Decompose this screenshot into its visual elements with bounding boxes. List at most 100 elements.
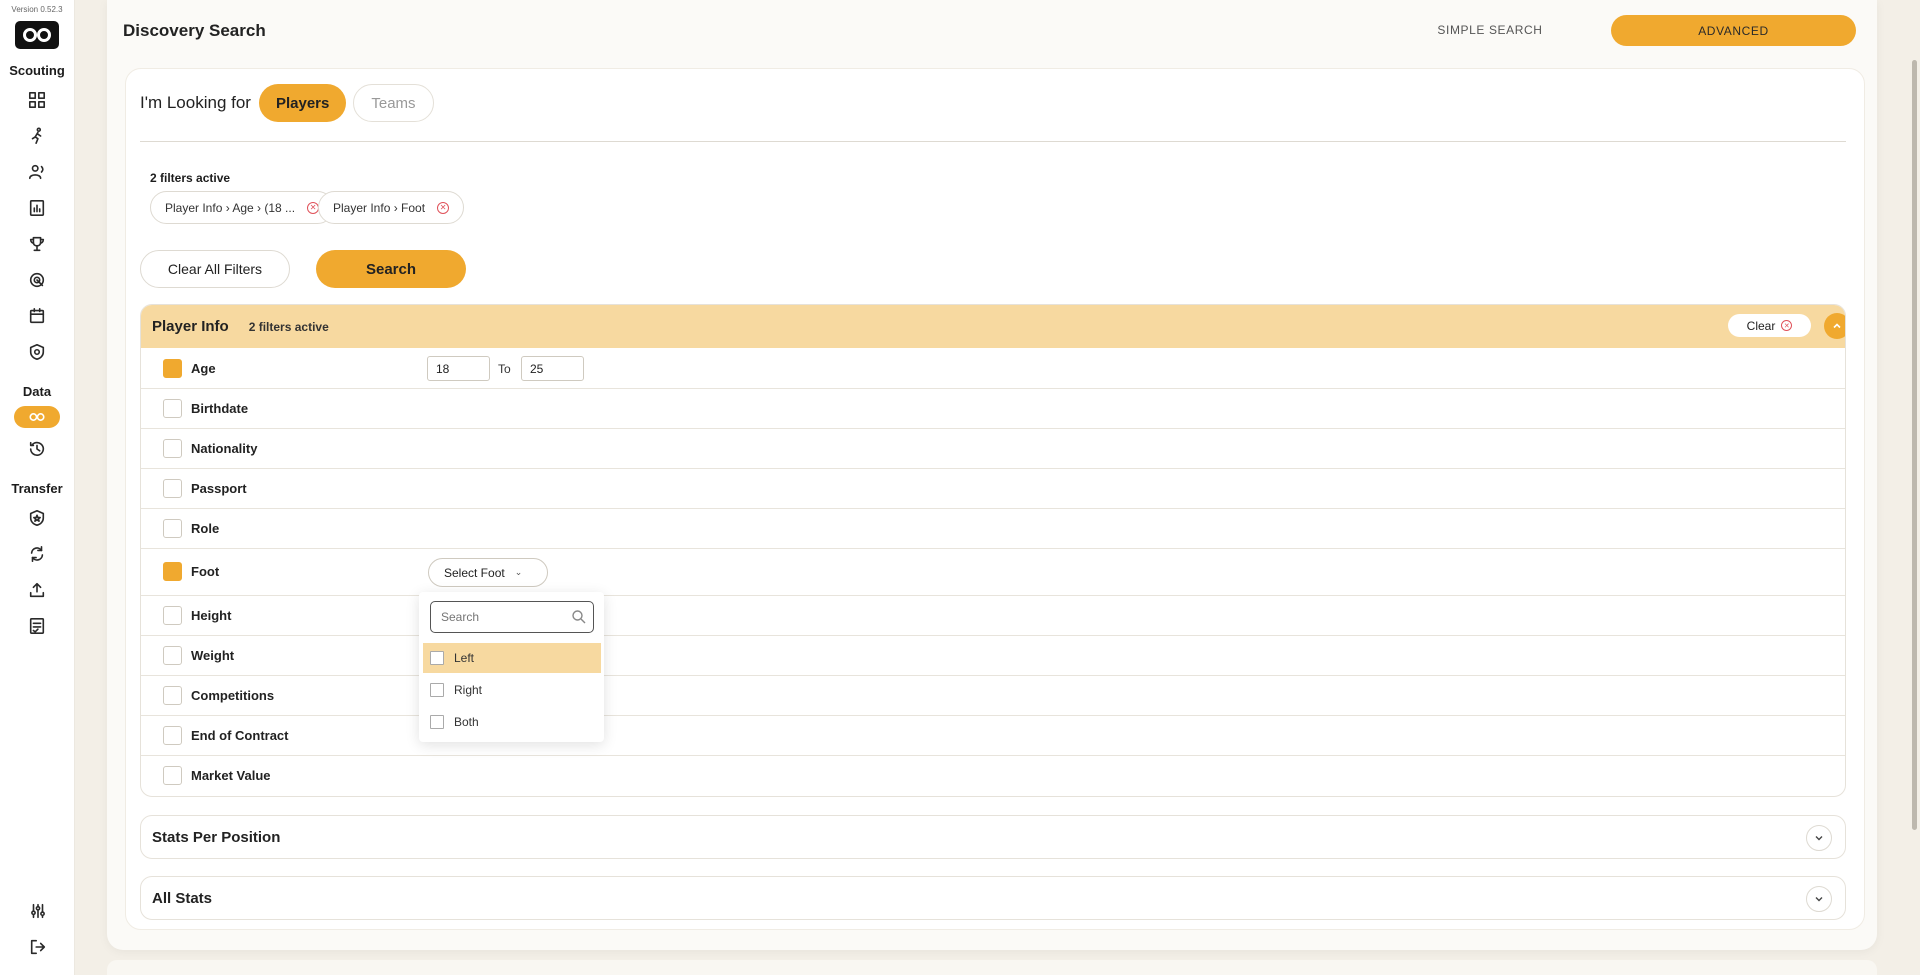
filter-label: Birthdate	[191, 401, 249, 416]
panel-filters-active: 2 filters active	[248, 319, 329, 334]
filter-chip-age[interactable]: Player Info › Age › (18 ... ✕	[150, 191, 335, 224]
nav-settings[interactable]	[20, 896, 56, 926]
nationality-checkbox[interactable]	[163, 439, 182, 458]
foot-option-right[interactable]: Right	[423, 675, 601, 705]
exchange-icon	[30, 545, 44, 563]
nav-teams[interactable]	[19, 337, 55, 367]
age-from-input[interactable]	[427, 356, 490, 381]
shield-icon	[29, 343, 45, 361]
foot-search-input[interactable]	[430, 601, 594, 633]
nav-competitions[interactable]	[19, 229, 55, 259]
competitions-checkbox[interactable]	[163, 686, 182, 705]
nav-players[interactable]	[19, 121, 55, 151]
option-checkbox[interactable]	[430, 715, 444, 729]
filter-row-end-of-contract: End of Contract	[141, 716, 1845, 756]
nav-tracking[interactable]	[19, 265, 55, 295]
nav-shortlist[interactable]	[19, 611, 55, 641]
target-icon	[29, 272, 45, 288]
filter-label: Market Value	[191, 768, 271, 783]
players-toggle[interactable]: Players	[258, 84, 347, 122]
grid-icon	[28, 91, 46, 109]
collapse-panel-button[interactable]	[1824, 313, 1845, 339]
nav-history[interactable]	[19, 434, 55, 464]
filter-chip-label: Player Info › Foot	[333, 200, 426, 215]
report-chart-icon	[29, 199, 45, 217]
search-button[interactable]: Search	[316, 250, 466, 288]
chevron-down-icon	[1815, 836, 1823, 841]
badge-star-icon	[29, 509, 45, 527]
search-icon	[572, 610, 586, 624]
nav-calendar[interactable]	[19, 301, 55, 331]
filter-label: Nationality	[191, 441, 258, 456]
filter-label: Competitions	[191, 688, 275, 703]
panel-title: Stats Per Position	[152, 828, 281, 846]
stats-per-position-panel[interactable]: Stats Per Position	[140, 815, 1846, 859]
filter-row-foot: Foot Select Foot ⌄	[141, 549, 1845, 596]
option-checkbox[interactable]	[430, 683, 444, 697]
main-content: Discovery Search SIMPLE SEARCH ADVANCED …	[107, 0, 1877, 950]
option-label: Both	[454, 715, 479, 729]
nav-reports[interactable]	[19, 193, 55, 223]
expand-panel-button[interactable]	[1806, 886, 1832, 912]
nav-scouts[interactable]	[19, 157, 55, 187]
search-card: I'm Looking for Players Teams 2 filters …	[125, 68, 1865, 930]
foot-option-left[interactable]: Left	[423, 643, 601, 673]
option-label: Left	[454, 651, 475, 665]
player-info-header[interactable]: Player Info 2 filters active Clear ✕	[141, 305, 1845, 348]
market-value-checkbox[interactable]	[163, 766, 182, 785]
weight-checkbox[interactable]	[163, 646, 182, 665]
nav-upload[interactable]	[19, 575, 55, 605]
filter-label: Height	[191, 608, 232, 623]
nav-transfers[interactable]	[19, 539, 55, 569]
panel-title: Player Info	[152, 318, 229, 335]
filter-row-passport: Passport	[141, 469, 1845, 509]
nav-clubs[interactable]	[19, 503, 55, 533]
page-scrollbar[interactable]	[1912, 60, 1917, 830]
filter-chip-label: Player Info › Age › (18 ...	[165, 200, 296, 215]
next-card-edge	[107, 960, 1877, 975]
age-to-input[interactable]	[521, 356, 584, 381]
birthdate-checkbox[interactable]	[163, 399, 182, 418]
height-checkbox[interactable]	[163, 606, 182, 625]
remove-chip-icon[interactable]: ✕	[437, 201, 450, 214]
advanced-search-tab[interactable]: ADVANCED	[1611, 15, 1856, 46]
filter-row-competitions: Competitions	[141, 676, 1845, 716]
foot-option-both[interactable]: Both	[423, 707, 601, 737]
select-foot-dropdown[interactable]: Select Foot ⌄	[428, 558, 548, 587]
end-of-contract-checkbox[interactable]	[163, 726, 182, 745]
app-logo[interactable]	[15, 21, 59, 49]
filter-label: Age	[191, 361, 216, 376]
teams-toggle[interactable]: Teams	[353, 84, 434, 122]
filter-label: End of Contract	[191, 728, 289, 743]
all-stats-panel[interactable]: All Stats	[140, 876, 1846, 920]
passport-checkbox[interactable]	[163, 479, 182, 498]
nav-discovery[interactable]	[14, 406, 60, 428]
role-checkbox[interactable]	[163, 519, 182, 538]
trophy-icon	[29, 236, 45, 252]
sidebar-bottom	[0, 893, 75, 965]
nav-dashboard[interactable]	[19, 85, 55, 115]
filter-row-age: Age To	[141, 348, 1845, 389]
age-to-label: To	[498, 362, 511, 376]
section-transfer: Transfer	[11, 481, 63, 496]
filter-row-role: Role	[141, 509, 1845, 549]
option-checkbox[interactable]	[430, 651, 444, 665]
foot-checkbox[interactable]	[163, 562, 182, 581]
panel-clear-button[interactable]: Clear ✕	[1728, 314, 1811, 337]
panel-title: All Stats	[152, 889, 213, 907]
select-foot-label: Select Foot	[444, 565, 505, 580]
filters-active-count: 2 filters active	[150, 171, 231, 185]
section-scouting: Scouting	[9, 63, 65, 78]
simple-search-tab[interactable]: SIMPLE SEARCH	[1410, 15, 1570, 45]
page-title: Discovery Search	[123, 21, 266, 40]
filter-chip-foot[interactable]: Player Info › Foot ✕	[318, 191, 465, 224]
calendar-icon	[29, 307, 45, 324]
divider	[140, 141, 1846, 142]
expand-panel-button[interactable]	[1806, 825, 1832, 851]
filter-row-nationality: Nationality	[141, 429, 1845, 469]
filter-row-weight: Weight	[141, 636, 1845, 676]
nav-logout[interactable]	[20, 932, 56, 962]
age-checkbox[interactable]	[163, 359, 182, 378]
clear-all-filters-button[interactable]: Clear All Filters	[140, 250, 290, 288]
chevron-down-icon: ⌄	[514, 567, 523, 577]
